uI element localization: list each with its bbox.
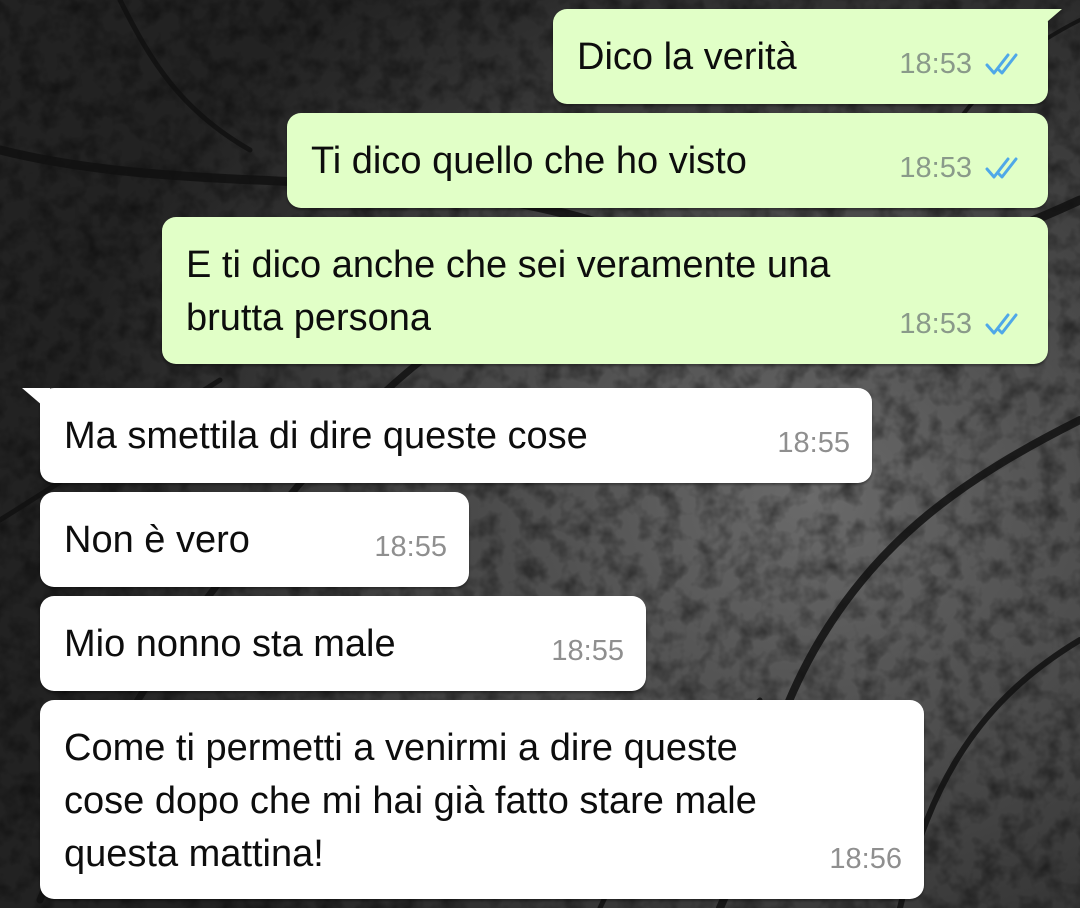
message-text: E ti dico anche che sei veramente una br… (186, 244, 831, 339)
message-time: 18:55 (777, 426, 850, 459)
read-double-check-icon (985, 53, 1018, 75)
message-meta: 18:53 (899, 46, 1026, 82)
message-text: Non è vero (64, 519, 250, 561)
message-time: 18:53 (899, 151, 972, 184)
message-text: Ma smettila di dire queste cose (64, 415, 588, 457)
message-time: 18:56 (829, 842, 902, 875)
outgoing-message-bubble[interactable]: Ti dico quello che ho visto 18:53 (287, 113, 1048, 208)
message-meta: 18:55 (777, 425, 850, 461)
outgoing-message-bubble[interactable]: Dico la verità 18:53 (553, 9, 1048, 104)
message-meta: 18:55 (374, 529, 447, 565)
bubble-tail (22, 388, 50, 412)
incoming-message-bubble[interactable]: Non è vero 18:55 (40, 492, 469, 587)
message-time: 18:55 (551, 634, 624, 667)
message-meta: 18:55 (551, 633, 624, 669)
incoming-message-bubble[interactable]: Come ti permetti a venirmi a dire queste… (40, 700, 924, 899)
message-time: 18:55 (374, 530, 447, 563)
incoming-message-bubble[interactable]: Ma smettila di dire queste cose 18:55 (40, 388, 872, 483)
message-meta: 18:56 (829, 841, 902, 877)
incoming-message-bubble[interactable]: Mio nonno sta male 18:55 (40, 596, 646, 691)
message-text: Mio nonno sta male (64, 623, 396, 665)
read-double-check-icon (985, 313, 1018, 335)
outgoing-message-bubble[interactable]: E ti dico anche che sei veramente una br… (162, 217, 1048, 364)
message-meta: 18:53 (899, 150, 1026, 186)
read-double-check-icon (985, 157, 1018, 179)
message-time: 18:53 (899, 307, 972, 340)
message-text: Come ti permetti a venirmi a dire queste… (64, 727, 757, 875)
bubble-tail (1034, 9, 1062, 33)
message-text: Ti dico quello che ho visto (311, 140, 747, 182)
message-meta: 18:53 (899, 306, 1026, 342)
message-time: 18:53 (899, 47, 972, 80)
message-text: Dico la verità (577, 36, 797, 78)
